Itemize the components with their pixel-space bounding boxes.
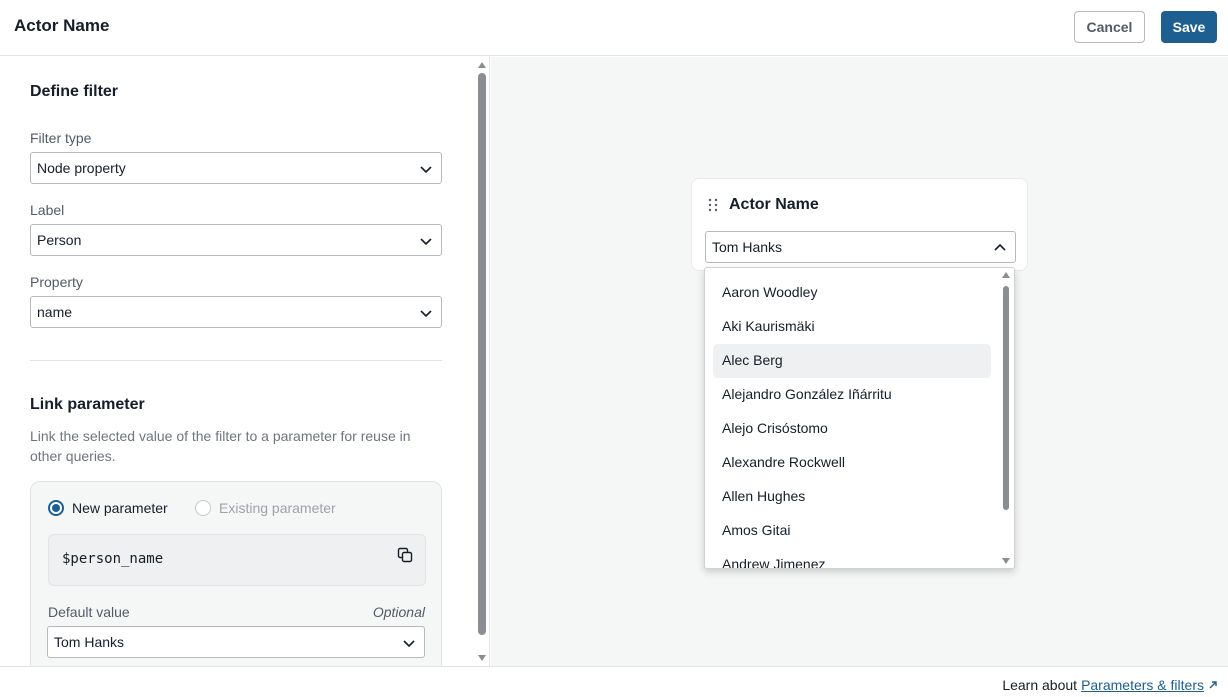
footer-bar: Learn about Parameters & filters <box>0 666 1228 697</box>
property-field-label: Property <box>30 274 83 290</box>
radio-unselected-icon[interactable] <box>195 500 211 516</box>
filter-settings-panel: Define filter Filter type Node property … <box>0 57 490 666</box>
actor-name-select[interactable]: Tom Hanks <box>705 231 1016 263</box>
preview-canvas: Actor Name Tom Hanks Aaron Woodley Aki Ka… <box>491 57 1228 666</box>
dropdown-option[interactable]: Amos Gitai <box>713 514 991 548</box>
card-title: Actor Name <box>729 196 819 213</box>
dropdown-option[interactable]: Allen Hughes <box>713 480 991 514</box>
link-parameter-description: Link the selected value of the filter to… <box>30 428 411 464</box>
scroll-down-icon[interactable] <box>477 654 487 662</box>
new-parameter-radio[interactable]: New parameter <box>48 500 168 516</box>
scroll-up-icon[interactable] <box>477 61 487 69</box>
drag-handle-icon[interactable] <box>707 198 719 212</box>
default-value-select[interactable]: Tom Hanks <box>47 626 425 658</box>
section-divider <box>30 360 442 361</box>
chevron-down-icon <box>420 310 432 318</box>
parameters-filters-link[interactable]: Parameters & filters <box>1081 677 1204 693</box>
panel-scrollbar[interactable] <box>476 57 488 666</box>
parameter-box: New parameter Existing parameter $person… <box>30 481 442 666</box>
filter-type-select[interactable]: Node property <box>30 152 442 184</box>
learn-text: Learn about <box>1002 677 1078 693</box>
parameter-name: $person_name <box>62 551 164 567</box>
dropdown-option[interactable]: Aaron Woodley <box>713 276 991 310</box>
cancel-button[interactable]: Cancel <box>1074 11 1145 43</box>
chevron-down-icon <box>403 640 415 648</box>
filter-type-value: Node property <box>37 160 126 176</box>
filter-type-label: Filter type <box>30 130 92 146</box>
copy-icon[interactable] <box>397 547 413 563</box>
label-value: Person <box>37 232 82 248</box>
property-select[interactable]: name <box>30 296 442 328</box>
default-value: Tom Hanks <box>54 634 125 650</box>
dropdown-option[interactable]: Alec Berg <box>713 344 991 378</box>
label-select[interactable]: Person <box>30 224 442 256</box>
optional-label: Optional <box>372 604 425 620</box>
scroll-down-icon[interactable] <box>1001 557 1011 565</box>
dropdown-scrollbar[interactable] <box>1000 268 1012 568</box>
dropdown-option[interactable]: Aki Kaurismäki <box>713 310 991 344</box>
learn-about: Learn about Parameters & filters <box>1002 677 1218 693</box>
external-link-icon[interactable] <box>1208 680 1218 690</box>
radio-selected-icon[interactable] <box>48 500 64 516</box>
save-button[interactable]: Save <box>1161 11 1217 43</box>
label-field-label: Label <box>30 202 65 218</box>
chevron-up-icon <box>994 243 1006 251</box>
parameter-name-box: $person_name <box>48 534 426 586</box>
page-title: Actor Name <box>14 16 110 35</box>
define-filter-heading: Define filter <box>30 83 119 100</box>
chevron-down-icon <box>420 238 432 246</box>
dropdown-option[interactable]: Alejandro González Iñárritu <box>713 378 991 412</box>
scroll-up-icon[interactable] <box>1001 271 1011 279</box>
dropdown-option[interactable]: Alexandre Rockwell <box>713 446 991 480</box>
existing-parameter-radio[interactable]: Existing parameter <box>195 500 336 516</box>
dropdown-option[interactable]: Alejo Crisóstomo <box>713 412 991 446</box>
property-value: name <box>37 304 73 320</box>
selected-value: Tom Hanks <box>712 239 783 255</box>
dropdown-option[interactable]: Andrew Jimenez <box>713 548 991 568</box>
chevron-down-icon <box>420 166 432 174</box>
options-list: Aaron Woodley Aki Kaurismäki Alec Berg Alej… <box>713 276 991 568</box>
link-parameter-heading: Link parameter <box>30 396 145 413</box>
header-bar: Actor Name Cancel Save <box>0 0 1228 56</box>
new-parameter-label: New parameter <box>72 500 168 516</box>
existing-parameter-label: Existing parameter <box>219 500 336 516</box>
filter-preview-card: Actor Name Tom Hanks <box>691 178 1028 271</box>
scroll-thumb[interactable] <box>478 73 486 635</box>
options-dropdown: Aaron Woodley Aki Kaurismäki Alec Berg Alej… <box>704 267 1015 569</box>
default-value-label: Default value <box>48 604 130 620</box>
scroll-thumb[interactable] <box>1003 286 1009 510</box>
